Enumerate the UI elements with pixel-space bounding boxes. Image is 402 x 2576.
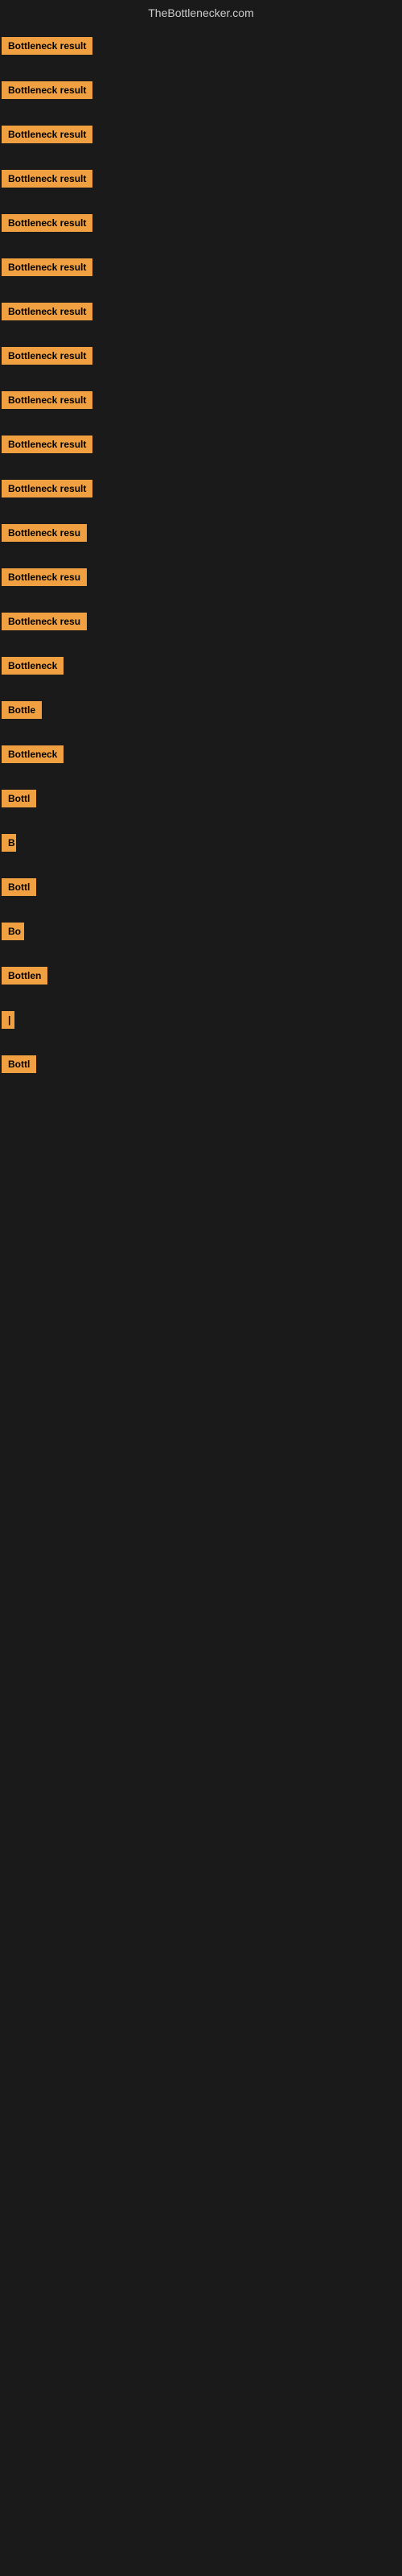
bottleneck-bar: Bottleneck result [2, 436, 92, 453]
bar-row: Bottleneck [0, 734, 402, 778]
bottleneck-bar: Bottleneck result [2, 347, 92, 365]
bottleneck-bar: Bottleneck result [2, 303, 92, 320]
bar-row: Bottleneck resu [0, 513, 402, 557]
bottleneck-bar: Bottleneck result [2, 480, 92, 497]
bottleneck-bar: Bottleneck resu [2, 613, 87, 630]
bottleneck-bar: Bottleneck [2, 657, 64, 675]
bar-row: Bottlen [0, 956, 402, 1000]
bottleneck-bar: Bottleneck resu [2, 568, 87, 586]
bar-row: Bottleneck result [0, 380, 402, 424]
bar-row: Bottleneck result [0, 247, 402, 291]
bar-row: Bottleneck result [0, 159, 402, 203]
bars-container: Bottleneck result Bottleneck result Bottle… [0, 26, 402, 1088]
bottleneck-bar: Bottleneck result [2, 258, 92, 276]
bottleneck-bar: Bottleneck result [2, 37, 92, 55]
bottleneck-bar: Bottleneck resu [2, 524, 87, 542]
bar-row: B [0, 823, 402, 867]
bar-row: Bottleneck result [0, 424, 402, 469]
bottleneck-bar: | [2, 1011, 14, 1029]
bottleneck-bar: Bo [2, 923, 24, 940]
bottleneck-bar: Bottleneck [2, 745, 64, 763]
bar-row: Bottle [0, 690, 402, 734]
bar-row: Bottleneck result [0, 469, 402, 513]
bottleneck-bar: Bottlen [2, 967, 47, 985]
site-title: TheBottlenecker.com [0, 0, 402, 26]
bar-row: Bottleneck result [0, 203, 402, 247]
bar-row: | [0, 1000, 402, 1044]
bar-row: Bottl [0, 1044, 402, 1088]
bottleneck-bar: Bottle [2, 701, 42, 719]
bottleneck-bar: Bottl [2, 878, 36, 896]
bar-row: Bottleneck result [0, 26, 402, 70]
bottleneck-bar: B [2, 834, 16, 852]
bottleneck-bar: Bottl [2, 1055, 36, 1073]
bar-row: Bottleneck result [0, 336, 402, 380]
bar-row: Bottleneck resu [0, 601, 402, 646]
bar-row: Bottleneck [0, 646, 402, 690]
bar-row: Bottleneck result [0, 70, 402, 114]
bottleneck-bar: Bottleneck result [2, 214, 92, 232]
bar-row: Bottleneck resu [0, 557, 402, 601]
bar-row: Bottleneck result [0, 291, 402, 336]
bottleneck-bar: Bottleneck result [2, 170, 92, 188]
bar-row: Bottleneck result [0, 114, 402, 159]
bottleneck-bar: Bottleneck result [2, 81, 92, 99]
bar-row: Bo [0, 911, 402, 956]
bottleneck-bar: Bottleneck result [2, 126, 92, 143]
bar-row: Bottl [0, 867, 402, 911]
bottleneck-bar: Bottleneck result [2, 391, 92, 409]
bar-row: Bottl [0, 778, 402, 823]
bottleneck-bar: Bottl [2, 790, 36, 807]
